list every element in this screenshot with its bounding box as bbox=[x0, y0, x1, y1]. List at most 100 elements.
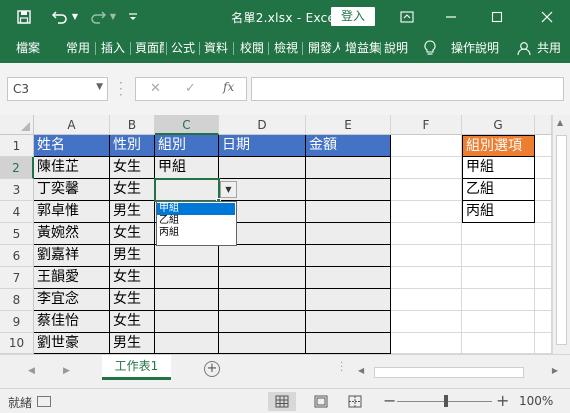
row-header[interactable]: 1 bbox=[0, 135, 34, 157]
table-header-cell[interactable]: 日期 bbox=[219, 135, 306, 157]
row-header[interactable]: 6 bbox=[0, 245, 34, 267]
page-layout-view-icon[interactable] bbox=[307, 392, 335, 411]
insert-function-icon[interactable]: fx bbox=[223, 80, 234, 94]
cell[interactable] bbox=[535, 223, 552, 245]
scroll-left-icon[interactable]: ◀ bbox=[358, 366, 364, 375]
column-header-selected[interactable]: C bbox=[155, 115, 219, 135]
cell[interactable] bbox=[462, 289, 535, 311]
zoom-level[interactable]: 100% bbox=[519, 394, 553, 408]
option-cell[interactable]: 甲組 bbox=[462, 157, 535, 179]
cell[interactable] bbox=[462, 311, 535, 333]
row-header[interactable]: 3 bbox=[0, 179, 34, 201]
tab-developer[interactable]: 開發人員 bbox=[308, 33, 340, 63]
amount-cell[interactable] bbox=[306, 245, 391, 267]
zoom-out-button[interactable]: − bbox=[383, 391, 396, 410]
row-header[interactable]: 5 bbox=[0, 223, 34, 245]
column-header[interactable]: G bbox=[462, 115, 535, 135]
table-header-cell[interactable]: 組別 bbox=[155, 135, 219, 157]
customize-qat-icon[interactable] bbox=[125, 0, 141, 33]
scroll-up-icon[interactable]: ▲ bbox=[557, 118, 563, 127]
gender-cell[interactable]: 男生 bbox=[110, 333, 155, 354]
dropdown-arrow-button[interactable]: ▼ bbox=[220, 181, 237, 198]
date-cell[interactable] bbox=[219, 245, 306, 267]
gender-cell[interactable]: 女生 bbox=[110, 179, 155, 201]
undo-dropdown-icon[interactable]: ▼ bbox=[70, 0, 80, 33]
dropdown-option[interactable]: 甲組 bbox=[157, 203, 235, 215]
amount-cell[interactable] bbox=[306, 223, 391, 245]
amount-cell[interactable] bbox=[306, 179, 391, 201]
tab-page-layout[interactable]: 頁面配置 bbox=[135, 33, 164, 63]
scroll-right-icon[interactable]: ▶ bbox=[552, 366, 558, 375]
cell[interactable] bbox=[535, 333, 552, 354]
tab-splitter-icon[interactable]: · · · bbox=[340, 359, 343, 377]
tab-view[interactable]: 檢視 bbox=[274, 33, 298, 63]
gender-cell[interactable]: 女生 bbox=[110, 223, 155, 245]
name-cell[interactable]: 劉嘉祥 bbox=[34, 245, 110, 267]
cell[interactable] bbox=[391, 135, 462, 157]
cancel-icon[interactable]: ✕ bbox=[150, 81, 161, 96]
tab-help[interactable]: 說明 bbox=[384, 33, 408, 63]
cell[interactable] bbox=[391, 179, 462, 201]
add-sheet-icon[interactable]: + bbox=[204, 361, 220, 377]
cell[interactable] bbox=[391, 289, 462, 311]
column-header[interactable]: E bbox=[306, 115, 391, 135]
amount-cell[interactable] bbox=[306, 289, 391, 311]
redo-icon[interactable] bbox=[88, 0, 108, 33]
normal-view-icon[interactable] bbox=[268, 392, 296, 411]
gender-cell[interactable]: 女生 bbox=[110, 157, 155, 179]
cell[interactable] bbox=[535, 135, 552, 157]
cell[interactable] bbox=[391, 201, 462, 223]
scrollbar-thumb[interactable] bbox=[556, 135, 567, 345]
user-icon[interactable] bbox=[517, 33, 531, 63]
row-header-selected[interactable]: 2 bbox=[0, 157, 34, 179]
column-header[interactable]: D bbox=[219, 115, 306, 135]
row-header[interactable]: 8 bbox=[0, 289, 34, 311]
tab-data[interactable]: 資料 bbox=[204, 33, 228, 63]
cell[interactable] bbox=[535, 245, 552, 267]
tab-insert[interactable]: 插入 bbox=[101, 33, 125, 63]
lightbulb-icon[interactable] bbox=[424, 33, 436, 63]
group-cell[interactable] bbox=[155, 245, 219, 267]
name-cell[interactable]: 黃婉然 bbox=[34, 223, 110, 245]
amount-cell[interactable] bbox=[306, 311, 391, 333]
ribbon-display-icon[interactable] bbox=[392, 0, 422, 33]
dropdown-option[interactable]: 乙組 bbox=[157, 215, 236, 227]
redo-dropdown-icon[interactable]: ▼ bbox=[108, 0, 118, 33]
cell[interactable] bbox=[462, 333, 535, 354]
cell[interactable] bbox=[391, 157, 462, 179]
minimize-icon[interactable] bbox=[436, 0, 466, 33]
table-header-cell[interactable]: 性別 bbox=[110, 135, 155, 157]
date-cell[interactable] bbox=[219, 267, 306, 289]
column-header[interactable]: B bbox=[110, 115, 155, 135]
gender-cell[interactable]: 女生 bbox=[110, 311, 155, 333]
option-cell[interactable]: 乙組 bbox=[462, 179, 535, 201]
share-button[interactable]: 共用 bbox=[537, 33, 570, 63]
cell[interactable] bbox=[535, 289, 552, 311]
name-cell[interactable]: 郭卓惟 bbox=[34, 201, 110, 223]
options-header-cell[interactable]: 組別選項 bbox=[462, 135, 535, 157]
column-header[interactable]: A bbox=[34, 115, 110, 135]
chevron-down-icon[interactable]: ▼ bbox=[96, 82, 103, 92]
vertical-scrollbar[interactable]: ▲ bbox=[552, 115, 570, 354]
name-cell[interactable]: 劉世豪 bbox=[34, 333, 110, 354]
group-cell[interactable] bbox=[155, 267, 219, 289]
page-break-view-icon[interactable] bbox=[341, 392, 369, 411]
tab-file[interactable]: 檔案 bbox=[16, 33, 40, 63]
row-header[interactable]: 7 bbox=[0, 267, 34, 289]
table-header-cell[interactable]: 姓名 bbox=[34, 135, 110, 157]
group-cell[interactable] bbox=[155, 289, 219, 311]
amount-cell[interactable] bbox=[306, 333, 391, 354]
table-header-cell[interactable]: 金額 bbox=[306, 135, 391, 157]
tell-me-search[interactable]: 操作說明 bbox=[451, 33, 499, 63]
tab-formulas[interactable]: 公式 bbox=[171, 33, 195, 63]
amount-cell[interactable] bbox=[306, 267, 391, 289]
cell[interactable] bbox=[462, 223, 535, 245]
option-cell[interactable]: 丙組 bbox=[462, 201, 535, 223]
gender-cell[interactable]: 男生 bbox=[110, 201, 155, 223]
gender-cell[interactable]: 女生 bbox=[110, 267, 155, 289]
cell[interactable] bbox=[391, 245, 462, 267]
name-cell[interactable]: 蔡佳怡 bbox=[34, 311, 110, 333]
enter-icon[interactable]: ✓ bbox=[185, 81, 196, 96]
cell[interactable] bbox=[391, 267, 462, 289]
row-header[interactable]: 4 bbox=[0, 201, 34, 223]
